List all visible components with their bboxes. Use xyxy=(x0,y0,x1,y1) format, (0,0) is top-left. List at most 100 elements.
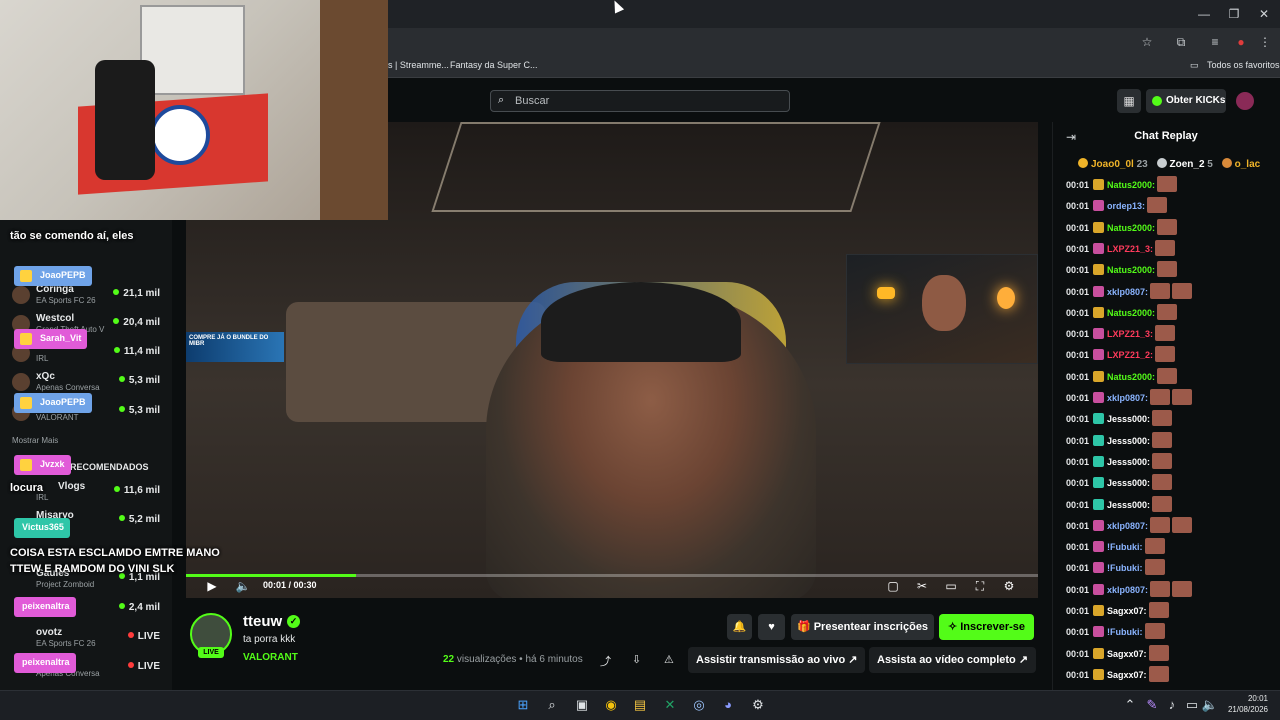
overlay-chat-user: JoaoPEPB xyxy=(14,266,92,286)
search-icon[interactable]: ⌕ xyxy=(542,695,562,715)
chat-emote xyxy=(1157,303,1178,320)
user-avatar[interactable] xyxy=(1236,92,1254,110)
chat-message: 00:01 xklp0807: xyxy=(1066,389,1193,409)
channel-name: ovotz xyxy=(36,627,63,638)
chat-username[interactable]: !Fubuki: xyxy=(1107,563,1143,573)
chat-username[interactable]: ordep13: xyxy=(1107,201,1145,211)
play-icon[interactable]: ▶ xyxy=(204,578,220,594)
menu-icon[interactable]: ⋮ xyxy=(1257,34,1273,50)
chat-username[interactable]: Jesss000: xyxy=(1107,478,1150,488)
share-icon[interactable]: ⤴ xyxy=(600,653,611,669)
extensions-icon[interactable]: ⧉ xyxy=(1173,34,1189,50)
bookmark-fantasy[interactable]: Fantasy da Super C... xyxy=(450,60,538,70)
close-icon[interactable]: ✕ xyxy=(1256,6,1272,22)
chat-username[interactable]: Sagxx07: xyxy=(1107,606,1147,616)
layout-icon[interactable]: ▦ xyxy=(1117,89,1141,113)
steam-icon[interactable]: ◎ xyxy=(689,695,709,715)
chat-message: 00:01 LXPZ21_3: xyxy=(1066,325,1176,345)
chat-username[interactable]: Jesss000: xyxy=(1107,500,1150,510)
bookmark-streamme[interactable]: s | Streamme... xyxy=(388,60,449,70)
chat-emote xyxy=(1147,197,1168,214)
promo-banner: COMPRE JÁ O BUNDLE DO MIBR xyxy=(186,332,284,362)
chat-username[interactable]: LXPZ21_3: xyxy=(1107,244,1153,254)
chat-username[interactable]: LXPZ21_2: xyxy=(1107,350,1153,360)
gift-subs-button[interactable]: 🎁 Presentear inscrições xyxy=(791,614,934,640)
heart-icon[interactable]: ♥ xyxy=(758,614,785,640)
chat-username[interactable]: xklp0807: xyxy=(1107,521,1148,531)
app-icon[interactable]: ⚙ xyxy=(748,695,768,715)
chevron-up-icon[interactable]: ⌃ xyxy=(1120,695,1140,715)
get-kicks-button[interactable]: Obter KICKs xyxy=(1146,89,1226,113)
chat-message: 00:01 Jesss000: xyxy=(1066,410,1173,430)
minimize-icon[interactable]: — xyxy=(1196,6,1212,22)
watch-live-button[interactable]: Assistir transmissão ao vivo ↗ xyxy=(688,647,866,673)
settings-icon[interactable]: ⚙ xyxy=(1001,578,1017,594)
mic-icon[interactable]: ♪ xyxy=(1162,695,1182,715)
excel-icon[interactable]: ✕ xyxy=(660,695,680,715)
chat-username[interactable]: LXPZ21_3: xyxy=(1107,329,1153,339)
chat-emote xyxy=(1144,559,1165,576)
maximize-icon[interactable]: ❐ xyxy=(1226,6,1242,22)
chat-username[interactable]: Natus2000: xyxy=(1107,223,1155,233)
sidebar-item[interactable]: Coringa EA Sports FC 26 21,1 mil xyxy=(8,284,168,310)
clip-icon[interactable]: ✂ xyxy=(914,578,930,594)
file-explorer-icon[interactable]: ▤ xyxy=(630,695,650,715)
chat-badge-icon xyxy=(1093,349,1104,361)
chat-username[interactable]: Natus2000: xyxy=(1107,308,1155,318)
windows-start-icon[interactable]: ⊞ xyxy=(513,695,533,715)
chrome-icon[interactable]: ◉ xyxy=(601,695,621,715)
channel-category: IRL xyxy=(36,354,49,363)
bell-icon[interactable]: 🔔 xyxy=(727,614,752,640)
discord-icon[interactable]: ◕ xyxy=(718,695,738,715)
network-icon[interactable]: ▭ xyxy=(1182,695,1202,715)
theater-icon[interactable]: ▭ xyxy=(943,578,959,594)
all-bookmarks[interactable]: Todos os favoritos xyxy=(1207,60,1280,70)
chat-emote xyxy=(1150,580,1171,597)
show-more-link[interactable]: Mostrar Mais xyxy=(12,436,58,445)
chat-badge-icon xyxy=(1093,306,1104,318)
chat-username[interactable]: Sagxx07: xyxy=(1107,670,1147,680)
category-link[interactable]: VALORANT xyxy=(243,652,298,663)
gift-subs-label: Presentear inscrições xyxy=(813,621,929,633)
chat-username[interactable]: xklp0807: xyxy=(1107,287,1148,297)
chat-username[interactable]: xklp0807: xyxy=(1107,585,1148,595)
chat-emote xyxy=(1152,452,1173,469)
chat-timestamp: 00:01 xyxy=(1066,222,1090,233)
chat-username[interactable]: Sagxx07: xyxy=(1107,649,1147,659)
avatar xyxy=(12,286,30,304)
pen-icon[interactable]: ✎ xyxy=(1142,695,1162,715)
avatar xyxy=(12,373,30,391)
fullscreen-icon[interactable]: ⛶ xyxy=(972,578,988,594)
volume-icon[interactable]: 🔈 xyxy=(1200,695,1220,715)
chat-username[interactable]: !Fubuki: xyxy=(1107,542,1143,552)
subscribe-button[interactable]: ✧ Inscrever-se xyxy=(939,614,1034,640)
ceiling-light xyxy=(431,122,881,212)
chat-username[interactable]: Natus2000: xyxy=(1107,180,1155,190)
watch-full-button[interactable]: Assista ao vídeo completo ↗ xyxy=(869,647,1037,673)
chat-username[interactable]: Jesss000: xyxy=(1107,436,1150,446)
chat-username[interactable]: xklp0807: xyxy=(1107,393,1148,403)
chat-username[interactable]: Natus2000: xyxy=(1107,265,1155,275)
chat-username[interactable]: Jesss000: xyxy=(1107,414,1150,424)
star-icon[interactable]: ☆ xyxy=(1139,34,1155,50)
task-view-icon[interactable]: ▣ xyxy=(572,695,592,715)
shelf xyxy=(320,0,388,220)
chat-username[interactable]: Natus2000: xyxy=(1107,372,1155,382)
channel-name[interactable]: tteuw xyxy=(243,613,282,630)
report-icon[interactable]: ⚠ xyxy=(664,653,674,666)
system-clock[interactable]: 20:01 21/08/2026 xyxy=(1222,693,1268,715)
volume-icon[interactable]: 🔈 xyxy=(235,578,251,594)
sidebar-rec-item[interactable]: ovotz EA Sports FC 26 LIVE xyxy=(8,627,168,653)
media-icon[interactable]: ≡ xyxy=(1207,34,1223,50)
chat-username[interactable]: Jesss000: xyxy=(1107,457,1150,467)
profile-icon[interactable]: ● xyxy=(1233,34,1249,50)
miniplayer-icon[interactable]: ▢ xyxy=(885,578,901,594)
chat-message: 00:01 !Fubuki: xyxy=(1066,538,1165,558)
search-input[interactable]: ⌕ Buscar xyxy=(490,90,790,112)
download-icon[interactable]: ⇩ xyxy=(632,653,641,666)
chat-timestamp: 00:01 xyxy=(1066,393,1090,403)
chat-message: 00:01 Natus2000: xyxy=(1066,367,1178,388)
chat-timestamp: 00:01 xyxy=(1066,478,1090,489)
chat-username[interactable]: !Fubuki: xyxy=(1107,627,1143,637)
channel-category: VALORANT xyxy=(36,413,79,422)
